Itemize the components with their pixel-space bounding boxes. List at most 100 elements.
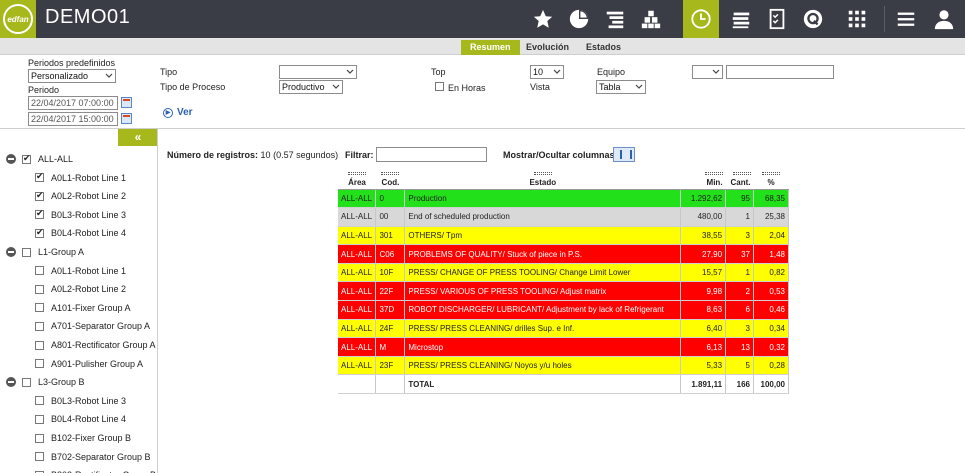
star-icon[interactable] [525,0,561,38]
tree-label: A901-Pulisher Group A [51,358,144,369]
table-row[interactable]: ALL-ALL 10F PRESS/ CHANGE OF PRESS TOOLING… [338,263,789,283]
cell-cant: 5 [725,356,754,376]
table-row[interactable]: ALL-ALL C06 PROBLEMS OF QUALITY/ Stuck of … [338,244,789,264]
tree-item[interactable]: A101-Fixer Group A [35,301,131,315]
tree-checkbox[interactable] [35,321,44,331]
tree-item[interactable]: A0L1-Robot Line 1 [35,171,126,185]
clock-icon[interactable] [683,0,719,38]
tipo-select[interactable] [279,65,357,79]
column-header-pct[interactable]: % [753,168,789,190]
tab-resumen[interactable]: Resumen [461,40,520,55]
equipo-text-input[interactable] [726,65,834,79]
tree-checkbox[interactable] [35,266,44,276]
cell-cod: 301 [375,226,406,246]
tree-item[interactable]: B802-Rectificator Group B [35,468,156,473]
column-header-cod[interactable]: Cod. [375,168,405,190]
tree-group[interactable]: ALL-ALL [6,152,73,166]
checklist-icon[interactable] [759,0,795,38]
end-date-input[interactable]: 22/04/2017 15:00:00 [28,112,118,126]
hamburger-menu-icon[interactable] [888,0,924,38]
collapse-node-icon[interactable] [6,247,16,257]
q-circle-icon[interactable] [795,0,831,38]
tree-item[interactable]: A0L2-Robot Line 2 [35,189,126,203]
tab-evolucion[interactable]: Evolución [517,40,578,55]
tree-item[interactable]: B102-Fixer Group B [35,431,131,445]
tree-checkbox[interactable] [35,227,44,238]
table-row[interactable]: ALL-ALL 0 Production 1.292,62 95 68,35 [338,189,789,209]
column-header-area[interactable]: Área [338,168,376,190]
table-row[interactable]: ALL-ALL 37D ROBOT DISCHARGER/ LUBRICANT/ A… [338,300,789,320]
cell-pct: 0,34 [753,319,789,339]
tree-item[interactable]: A901-Pulisher Group A [35,357,143,371]
table-row[interactable]: ALL-ALL 00 End of scheduled production 480,… [338,207,789,227]
vista-select[interactable]: Tabla [596,80,646,94]
user-icon[interactable] [926,0,962,38]
collapse-sidebar-button[interactable]: « [118,129,157,146]
pie-chart-icon[interactable] [561,0,597,38]
tree-item[interactable]: B0L4-Robot Line 4 [35,412,126,426]
chevron-down-icon [553,69,561,74]
calendar-icon[interactable] [121,97,132,108]
en-horas-checkbox[interactable] [435,82,444,91]
tree-item[interactable]: B702-Separator Group B [35,450,151,464]
tree-checkbox[interactable] [35,452,44,462]
cell-cant: 37 [725,244,754,264]
tree-checkbox[interactable] [35,396,44,406]
table-row[interactable]: ALL-ALL 301 OTHERS/ Tpm 38,55 3 2,04 [338,226,789,246]
tipo-proceso-select[interactable]: Productivo [279,80,343,94]
total-cant: 166 [725,374,754,395]
collapse-node-icon[interactable] [6,154,16,164]
periodos-label: Periodos predefinidos [28,58,116,68]
tree-item[interactable]: B0L3-Robot Line 3 [35,394,126,408]
tree-item[interactable]: A0L2-Robot Line 2 [35,282,126,296]
tree-checkbox[interactable] [35,414,44,424]
tree-checkbox[interactable] [22,153,31,164]
calendar-icon[interactable] [121,113,132,124]
tree-checkbox[interactable] [35,208,44,220]
tree-checkbox[interactable] [35,433,44,443]
tree-checkbox[interactable] [22,247,31,257]
tab-estados[interactable]: Estados [577,40,630,55]
collapse-node-icon[interactable] [6,377,16,388]
tree-checkbox[interactable] [35,190,44,201]
cell-cant: 95 [725,189,754,209]
cell-area: ALL-ALL [338,189,377,209]
tree-checkbox[interactable] [35,303,44,313]
filter-input[interactable] [376,147,487,162]
app-logo[interactable]: edfan [0,0,36,38]
tree-item[interactable]: A0L1-Robot Line 1 [35,264,126,278]
tree-item[interactable]: B0L3-Robot Line 3 [35,208,126,222]
tree-item[interactable]: B0L4-Robot Line 4 [35,226,126,240]
tree-group[interactable]: L1-Group A [6,245,84,259]
tree-item[interactable]: A701-Separator Group A [35,319,150,333]
column-header-cant[interactable]: Cant. [725,168,754,190]
tree-checkbox[interactable] [35,359,44,369]
column-header-min[interactable]: Min. [680,168,726,190]
equipo-select[interactable] [692,65,723,79]
cell-estado: ROBOT DISCHARGER/ LUBRICANT/ Adjustment … [404,300,682,320]
tree-label: ALL-ALL [38,154,74,164]
stacked-boxes-icon[interactable] [633,0,669,38]
tree-checkbox[interactable] [22,377,31,387]
grid-dots-icon[interactable] [839,0,875,38]
columns-toggle-button[interactable] [613,147,635,162]
ver-button[interactable]: ▶ Ver [163,107,193,118]
tree-checkbox[interactable] [35,284,44,294]
tree-checkbox[interactable] [35,340,44,350]
tree-item[interactable]: A801-Rectificator Group A [35,338,156,352]
list-bars-icon[interactable] [597,0,633,38]
table-row[interactable]: ALL-ALL 24F PRESS/ PRESS CLEANING/ drilles… [338,319,789,339]
vista-value: Tabla [599,82,621,92]
start-date-input[interactable]: 22/04/2017 07:00:00 [28,96,118,110]
table-row[interactable]: ALL-ALL M Microstop 6,13 13 0,32 [338,337,789,357]
cell-min: 5,33 [680,356,727,376]
tree-group[interactable]: L3-Group B [6,375,85,389]
column-header-estado[interactable]: Estado [404,168,681,190]
cell-min: 38,55 [680,226,727,246]
top-select[interactable]: 10 [530,65,564,79]
table-row[interactable]: ALL-ALL 23F PRESS/ PRESS CLEANING/ Noyos y… [338,356,789,376]
table-row[interactable]: ALL-ALL 22F PRESS/ VARIOUS OF PRESS TOOLIN… [338,281,789,302]
periodos-select[interactable]: Personalizado [28,69,116,83]
tree-checkbox[interactable] [35,171,44,183]
report-stack-icon[interactable] [723,0,759,38]
